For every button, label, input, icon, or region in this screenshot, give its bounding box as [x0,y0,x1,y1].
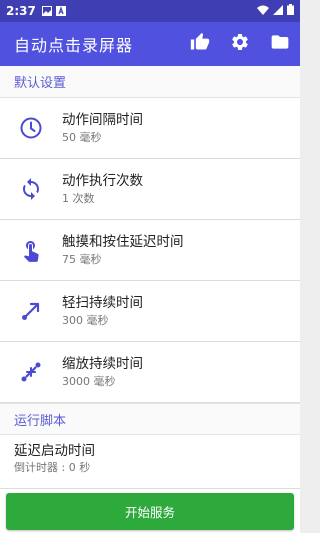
start-service-button[interactable]: 开始服务 [6,492,294,530]
gallery-icon [41,6,52,16]
status-time: 2:37 [6,4,36,18]
thumbs-up-icon [190,32,210,56]
setting-touch-hold-delay[interactable]: 触摸和按住延迟时间 75 毫秒 [0,220,300,281]
battery-icon [287,4,294,18]
wifi-icon [257,4,269,18]
section-header-run-script: 运行脚本 [0,403,300,435]
setting-title: 触摸和按住延迟时间 [62,233,184,250]
setting-start-delay[interactable]: 延迟启动时间 倒计时器 : 0 秒 [0,435,300,483]
setting-title: 动作间隔时间 [62,111,143,128]
setting-value: 75 毫秒 [62,252,102,266]
swipe-icon [0,281,62,342]
app-bar-actions [180,22,300,66]
status-bar: 2:37 [0,0,300,22]
setting-value: 50 毫秒 [62,130,102,144]
setting-title: 缩放持续时间 [62,355,143,372]
setting-title: 动作执行次数 [62,172,143,189]
setting-title: 延迟启动时间 [14,443,95,459]
pinch-icon [0,342,62,403]
setting-action-repeat-count[interactable]: 动作执行次数 1 次数 [0,159,300,220]
bottom-bar: 开始服务 [0,488,300,533]
setting-title: 轻扫持续时间 [62,294,143,311]
app-title: 自动点击录屏器 [14,36,134,55]
rate-button[interactable] [180,22,220,66]
folder-button[interactable] [260,22,300,66]
settings-list: 默认设置 动作间隔时间 50 毫秒 动作执行次数 1 次数 触摸和按住延迟时间 … [0,66,300,488]
setting-pinch-duration[interactable]: 缩放持续时间 3000 毫秒 [0,342,300,403]
app-bar: 自动点击录屏器 [0,22,300,66]
setting-value: 1 次数 [62,191,95,205]
touch-hold-icon [0,220,62,281]
setting-action-interval[interactable]: 动作间隔时间 50 毫秒 [0,98,300,159]
clock-icon [0,98,62,159]
folder-icon [270,32,290,56]
settings-button[interactable] [220,22,260,66]
setting-value: 300 毫秒 [62,313,109,327]
notification-a-icon [55,6,66,16]
status-right-icons [257,4,294,18]
signal-icon [273,4,283,18]
setting-value: 倒计时器 : 0 秒 [14,461,91,474]
repeat-icon [0,159,62,220]
gear-icon [230,32,250,56]
setting-swipe-duration[interactable]: 轻扫持续时间 300 毫秒 [0,281,300,342]
setting-value: 3000 毫秒 [62,374,116,388]
section-header-default-settings: 默认设置 [0,66,300,98]
